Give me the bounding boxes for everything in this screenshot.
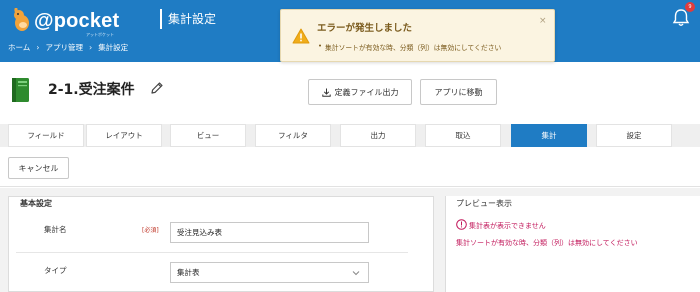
move-to-app-button[interactable]: アプリに移動	[420, 79, 497, 105]
tab-field[interactable]: フィールド	[8, 124, 84, 147]
breadcrumb-app-management[interactable]: アプリ管理	[45, 42, 83, 53]
toast-title: エラーが発生しました	[317, 23, 413, 34]
preview-error-message: 集計表が表示できません	[469, 222, 546, 230]
book-icon	[12, 78, 29, 102]
aggregate-name-label: 集計名	[44, 225, 67, 234]
aggregate-name-input[interactable]: 受注見込み表	[170, 222, 369, 243]
toast-message: 集計ソートが有効な時、分類（列）は無効にしてください	[318, 42, 501, 52]
logo-text: @pocket	[34, 10, 120, 32]
error-toast: エラーが発生しました 集計ソートが有効な時、分類（列）は無効にしてください ×	[280, 9, 555, 62]
breadcrumb-separator-icon: ›	[36, 43, 40, 52]
close-icon[interactable]: ×	[539, 16, 547, 26]
tab-output[interactable]: 出力	[340, 124, 416, 147]
chevron-down-icon	[352, 271, 360, 276]
header-divider	[160, 9, 162, 29]
page-section-title: 集計設定	[168, 12, 217, 26]
tab-filter[interactable]: フィルタ	[255, 124, 331, 147]
export-definition-button[interactable]: 定義ファイル出力	[308, 79, 412, 105]
warning-icon	[292, 28, 310, 44]
error-circle-icon	[456, 219, 467, 230]
type-label: タイプ	[44, 266, 67, 275]
export-button-label: 定義ファイル出力	[334, 87, 399, 97]
download-icon	[321, 88, 331, 97]
tab-layout[interactable]: レイアウト	[86, 124, 162, 147]
app-logo[interactable]: @pocket アットポケット	[10, 6, 130, 37]
tab-import[interactable]: 取込	[425, 124, 501, 147]
required-badge: [必須]	[142, 227, 159, 234]
type-select-value: 集計表	[177, 268, 200, 277]
preview-title: プレビュー表示	[456, 199, 512, 208]
breadcrumb-home[interactable]: ホーム	[8, 42, 30, 53]
tab-aggregate[interactable]: 集計	[511, 124, 587, 147]
pencil-icon[interactable]	[150, 81, 164, 95]
settings-tabs: フィールド レイアウト ビュー フィルタ 出力 取込 集計 設定	[0, 124, 700, 147]
row-divider	[16, 252, 408, 253]
type-select[interactable]: 集計表	[170, 262, 369, 283]
basic-settings-title: 基本設定	[20, 199, 52, 208]
tab-view[interactable]: ビュー	[170, 124, 246, 147]
breadcrumb: ホーム › アプリ管理 › 集計設定	[8, 42, 128, 53]
kangaroo-mascot-icon	[14, 8, 29, 31]
logo-subtext: アットポケット	[86, 32, 114, 37]
breadcrumb-separator-icon: ›	[88, 43, 93, 52]
action-bar: キャンセル	[0, 147, 700, 187]
cancel-button[interactable]: キャンセル	[8, 157, 69, 179]
page-title: 2-1.受注案件	[48, 82, 135, 98]
tab-settings[interactable]: 設定	[596, 124, 672, 147]
breadcrumb-current: 集計設定	[98, 43, 129, 52]
notification-badge: 9	[685, 2, 695, 12]
preview-error-detail: 集計ソートが有効な時、分類（列）は無効にしてください	[456, 239, 638, 247]
